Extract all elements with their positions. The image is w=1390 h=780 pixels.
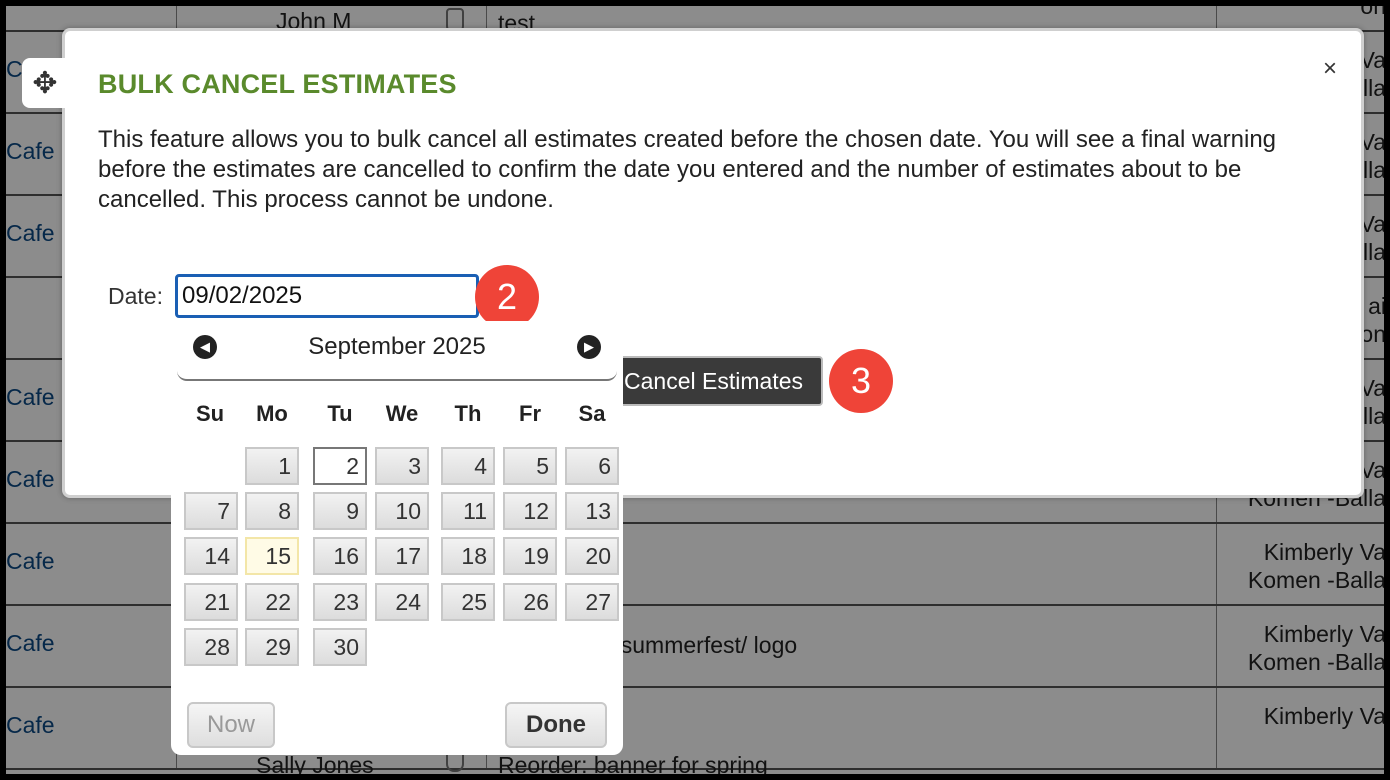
calendar-day[interactable]: 8 xyxy=(245,492,299,530)
calendar-day[interactable]: 28 xyxy=(184,628,238,666)
done-button[interactable]: Done xyxy=(505,702,607,748)
calendar-day[interactable]: 16 xyxy=(313,537,367,575)
calendar-day[interactable]: 19 xyxy=(503,537,557,575)
calendar-day[interactable]: 27 xyxy=(565,583,619,621)
close-icon[interactable]: × xyxy=(1323,55,1337,83)
calendar-day[interactable]: 13 xyxy=(565,492,619,530)
next-month-icon[interactable]: ▶ xyxy=(577,335,601,359)
calendar-day[interactable]: 9 xyxy=(313,492,367,530)
calendar-day[interactable]: 5 xyxy=(503,447,557,485)
step-badge-3: 3 xyxy=(829,349,893,413)
calendar-day[interactable]: 15 xyxy=(245,537,299,575)
calendar-day[interactable]: 23 xyxy=(313,583,367,621)
calendar-day[interactable]: 12 xyxy=(503,492,557,530)
calendar-day[interactable]: 4 xyxy=(441,447,495,485)
datepicker-month-title: September 2025 xyxy=(308,333,486,360)
step-badge-2: 2 xyxy=(475,265,539,329)
calendar-day[interactable]: 2 xyxy=(313,447,367,485)
date-label: Date: xyxy=(108,283,163,309)
calendar-day[interactable]: 22 xyxy=(245,583,299,621)
calendar-day[interactable]: 1 xyxy=(245,447,299,485)
now-button[interactable]: Now xyxy=(187,702,275,748)
calendar-day[interactable]: 11 xyxy=(441,492,495,530)
weekday-header: We xyxy=(385,401,419,426)
calendar-day[interactable]: 21 xyxy=(184,583,238,621)
calendar-day[interactable]: 7 xyxy=(184,492,238,530)
modal-description: This feature allows you to bulk cancel a… xyxy=(98,126,1277,213)
calendar-day[interactable]: 30 xyxy=(313,628,367,666)
calendar-day[interactable]: 25 xyxy=(441,583,495,621)
weekday-header: Sa xyxy=(578,401,606,426)
weekday-header: Su xyxy=(195,401,225,426)
date-input[interactable] xyxy=(175,274,479,318)
calendar-day[interactable]: 18 xyxy=(441,537,495,575)
weekday-header: Mo xyxy=(256,401,288,426)
calendar-day[interactable]: 20 xyxy=(565,537,619,575)
weekday-header: Tu xyxy=(327,401,353,426)
calendar-day[interactable]: 29 xyxy=(245,628,299,666)
calendar-day[interactable]: 6 xyxy=(565,447,619,485)
datepicker: ◀ September 2025 ▶ Su Mo Tu We Th Fr Sa 123456… xyxy=(171,321,623,755)
calendar-day[interactable]: 24 xyxy=(375,583,429,621)
move-icon[interactable]: ✥ xyxy=(22,58,68,108)
calendar-day[interactable]: 10 xyxy=(375,492,429,530)
weekday-header: Fr xyxy=(519,401,541,426)
calendar-day[interactable]: 26 xyxy=(503,583,557,621)
datepicker-header: ◀ September 2025 ▶ xyxy=(177,321,617,381)
calendar-day[interactable]: 14 xyxy=(184,537,238,575)
calendar-day[interactable]: 17 xyxy=(375,537,429,575)
calendar-day[interactable]: 3 xyxy=(375,447,429,485)
weekday-header: Th xyxy=(454,401,482,426)
app-frame: John MtestHouse MaionCafeVaallaCafeVaall… xyxy=(6,6,1384,774)
modal-title: BULK CANCEL ESTIMATES xyxy=(98,69,457,99)
cancel-estimates-button[interactable]: Cancel Estimates xyxy=(605,356,823,406)
